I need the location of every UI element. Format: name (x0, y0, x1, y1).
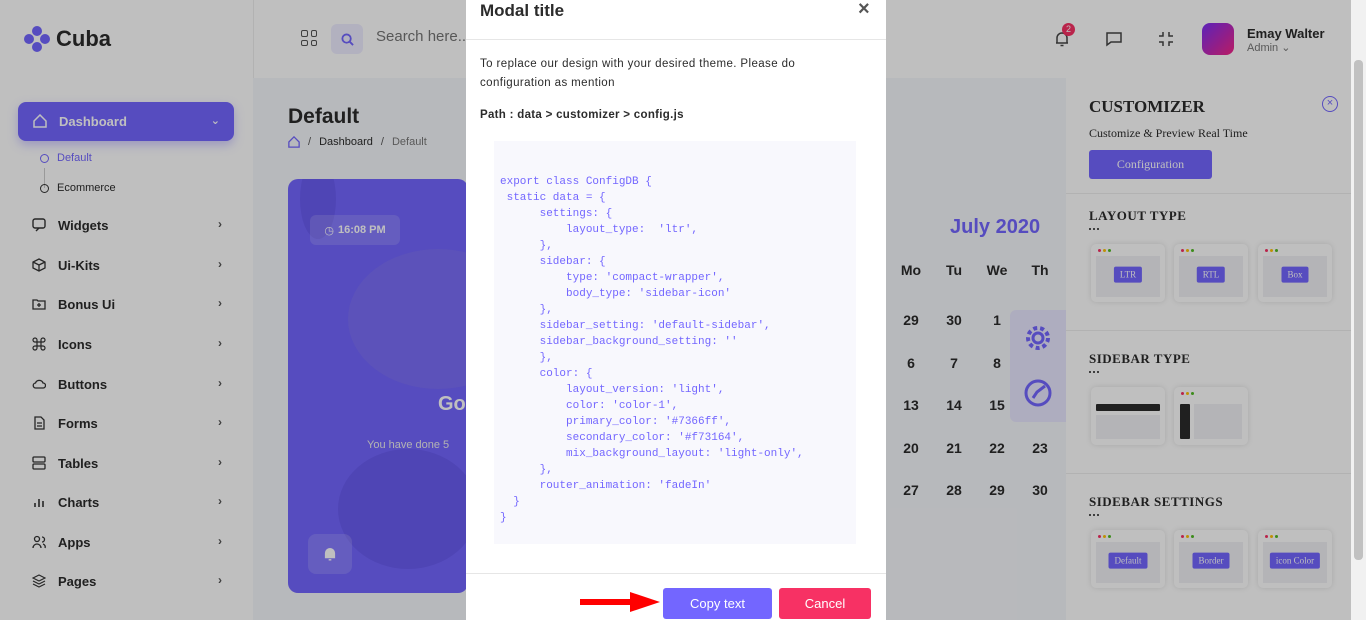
page-scrollbar[interactable] (1351, 0, 1366, 620)
close-icon[interactable]: × (858, 0, 870, 21)
modal-title: Modal title (480, 1, 565, 20)
config-code-block[interactable]: export class ConfigDB { static data = { … (494, 141, 856, 544)
config-path: Path : data > customizer > config.js (480, 109, 684, 121)
scrollbar-thumb[interactable] (1354, 60, 1363, 560)
red-arrow-annotation (580, 592, 660, 612)
copy-text-button[interactable]: Copy text (663, 588, 772, 619)
modal-description: To replace our design with your desired … (480, 58, 796, 89)
cancel-button[interactable]: Cancel (779, 588, 871, 619)
modal-dialog: Modal title × To replace our design with… (466, 0, 886, 620)
